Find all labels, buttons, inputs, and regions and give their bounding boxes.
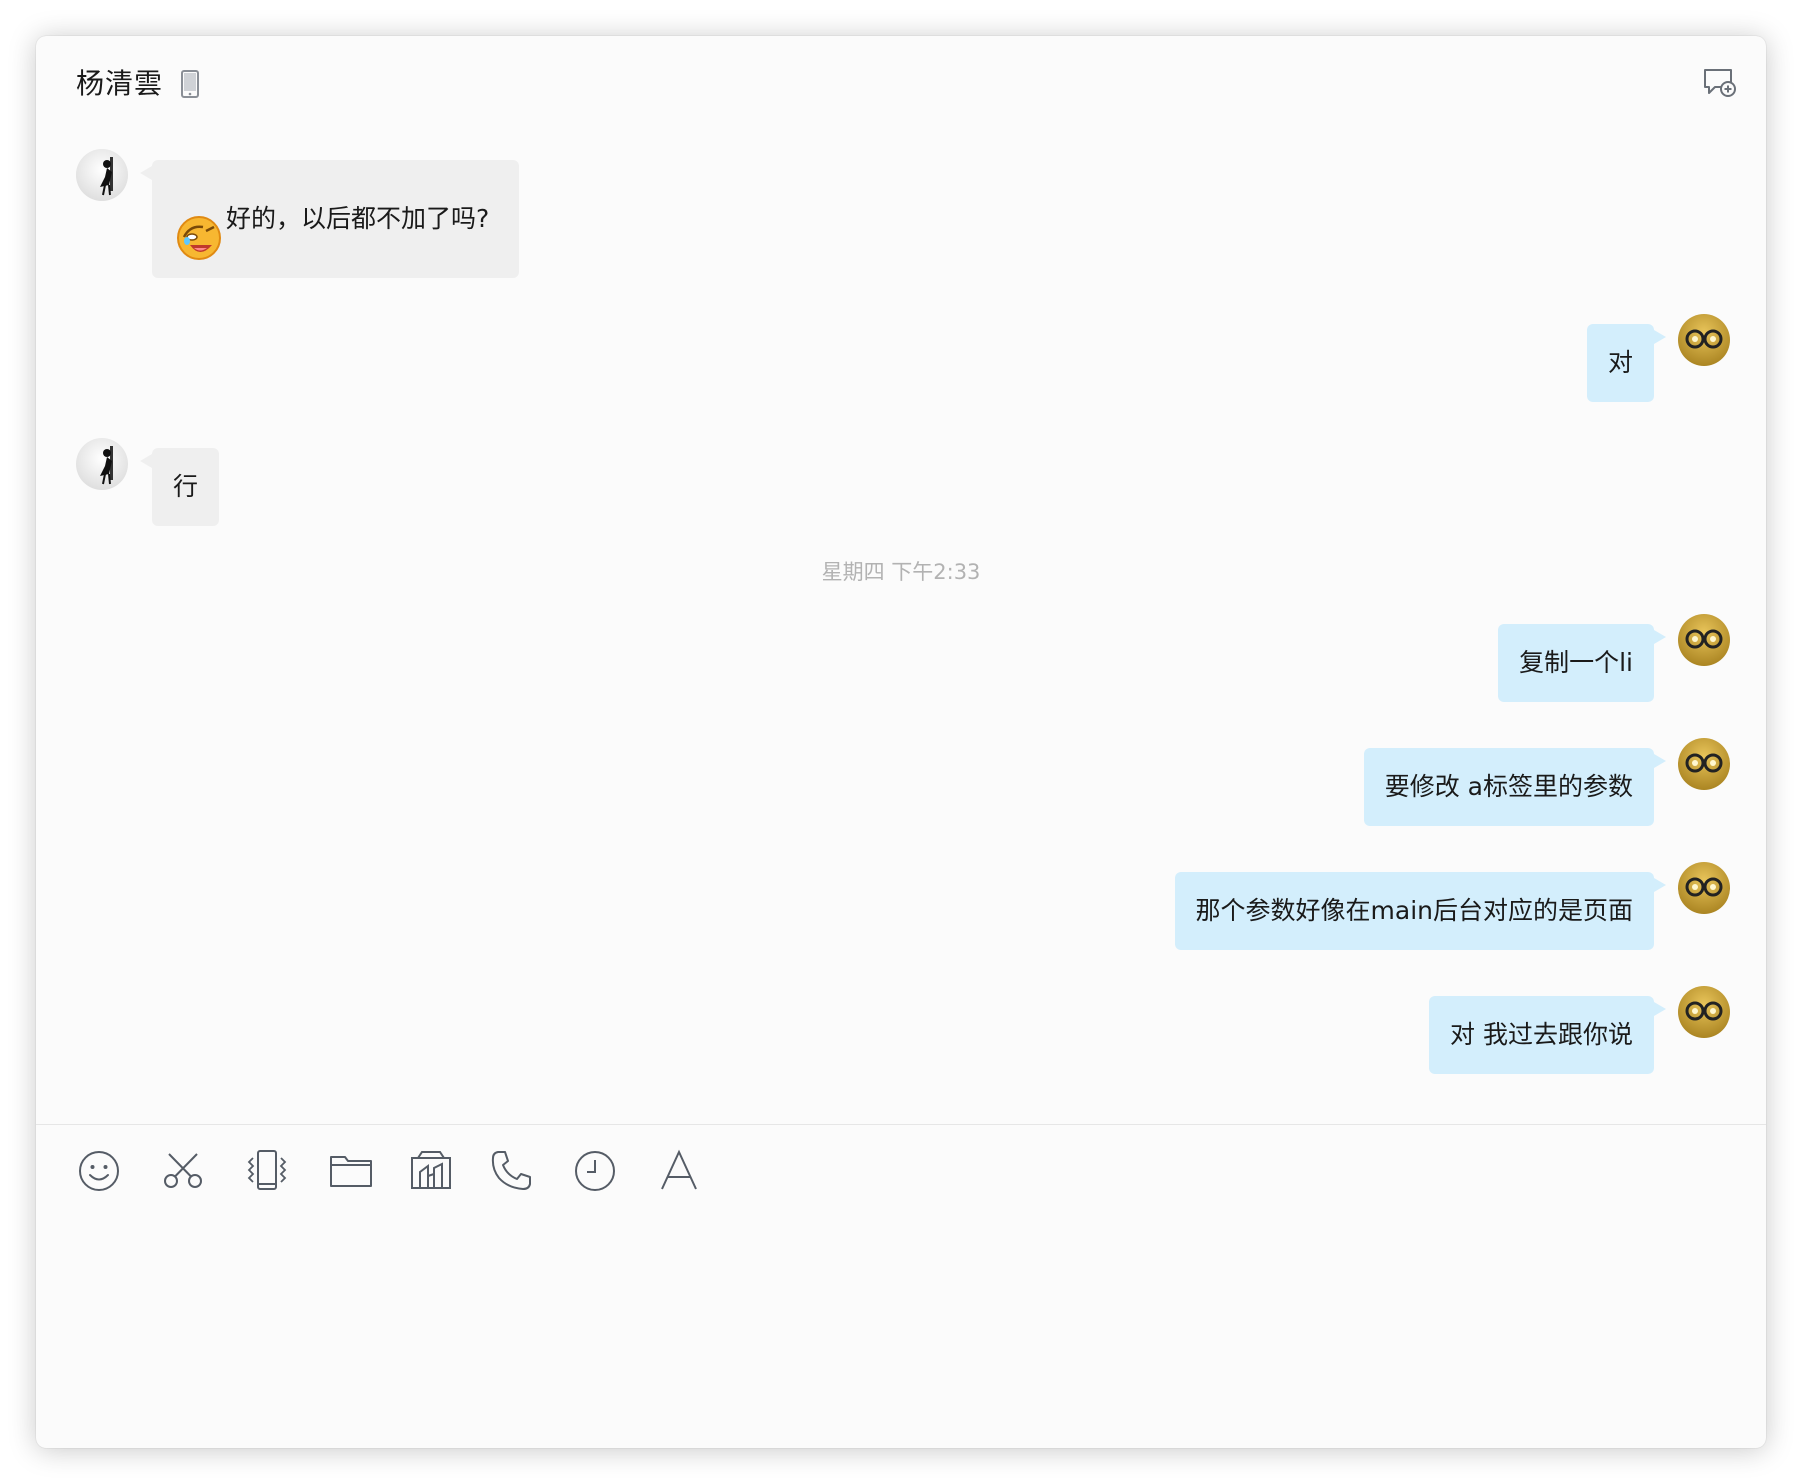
contact-avatar[interactable] — [76, 149, 128, 201]
scissors-icon[interactable] — [160, 1148, 206, 1194]
message-timestamp: 星期四 下午2:33 — [821, 560, 981, 584]
folder-icon[interactable] — [328, 1148, 374, 1194]
outgoing-message[interactable]: 对 我过去跟你说 — [1429, 996, 1666, 1074]
outgoing-message[interactable]: 对 — [1586, 324, 1667, 402]
message-text: 对 我过去跟你说 — [1450, 1020, 1633, 1049]
outgoing-message[interactable]: 复制一个li — [1498, 624, 1666, 702]
message-text: 那个参数好像在main后台对应的是页面 — [1195, 896, 1633, 925]
message-text: 要修改 a标签里的参数 — [1384, 772, 1633, 801]
screen-share-icon[interactable] — [408, 1148, 454, 1194]
message-text: 对 — [1607, 348, 1633, 377]
clock-icon[interactable] — [572, 1148, 618, 1194]
my-avatar[interactable] — [1678, 986, 1730, 1038]
chat-window: 杨清雲 好的，以后都不加了吗? 对 行 星期四 下午2:33 复制一个li 要修… — [36, 36, 1766, 1448]
message-text: 行 — [173, 472, 199, 501]
my-avatar[interactable] — [1678, 862, 1730, 914]
emoji-icon[interactable] — [76, 1148, 122, 1194]
font-icon[interactable] — [656, 1148, 702, 1194]
contact-avatar[interactable] — [76, 438, 128, 490]
incoming-message[interactable]: 好的，以后都不加了吗? — [139, 160, 520, 278]
input-divider — [36, 1124, 1766, 1125]
input-toolbar — [36, 1148, 1766, 1198]
my-avatar[interactable] — [1678, 314, 1730, 366]
crying-laughing-emoji-icon — [176, 194, 222, 260]
phone-icon[interactable] — [488, 1148, 534, 1194]
message-list[interactable]: 好的，以后都不加了吗? 对 行 星期四 下午2:33 复制一个li 要修改 a标… — [36, 36, 1766, 1124]
outgoing-message[interactable]: 要修改 a标签里的参数 — [1363, 748, 1667, 826]
message-text: 好的，以后都不加了吗? — [226, 204, 490, 233]
shake-phone-icon[interactable] — [244, 1148, 290, 1194]
my-avatar[interactable] — [1678, 738, 1730, 790]
outgoing-message[interactable]: 那个参数好像在main后台对应的是页面 — [1174, 872, 1667, 950]
message-input[interactable] — [66, 1216, 1740, 1430]
incoming-message[interactable]: 行 — [139, 448, 220, 526]
message-text: 复制一个li — [1519, 648, 1633, 677]
my-avatar[interactable] — [1678, 614, 1730, 666]
